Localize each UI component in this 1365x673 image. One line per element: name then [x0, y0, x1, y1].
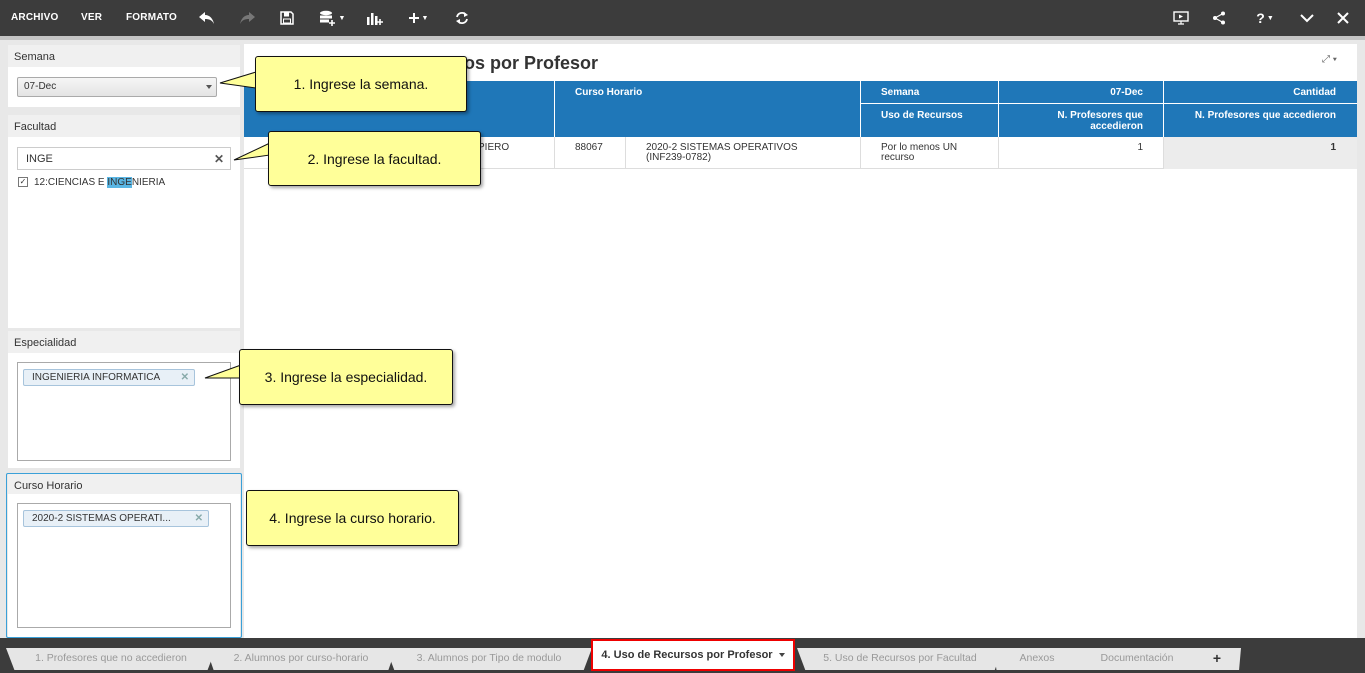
- top-toolbar: ARCHIVO VER FORMATO ▼ ▼ ? ▼: [0, 0, 1365, 36]
- row-divider: [625, 137, 626, 169]
- facultad-search-input[interactable]: INGE ✕: [17, 147, 231, 170]
- refresh-icon[interactable]: [447, 0, 477, 36]
- tab-anexos[interactable]: Anexos: [993, 648, 1081, 670]
- toolbar-divider: [0, 36, 1365, 40]
- remove-tag-icon[interactable]: ✕: [181, 372, 189, 383]
- redo-icon[interactable]: [232, 0, 262, 36]
- callout-semana: 1. Ingrese la semana.: [255, 56, 467, 112]
- callout-especialidad: 3. Ingrese la especialidad.: [239, 349, 453, 405]
- add-icon[interactable]: ▼: [402, 0, 434, 36]
- row-divider: [998, 137, 999, 169]
- tab-menu-caret-icon[interactable]: [778, 653, 785, 658]
- row-divider: [1163, 137, 1164, 169]
- especialidad-label: Especialidad: [8, 331, 240, 353]
- tab-uso-recursos-profesor[interactable]: 4. Uso de Recursos por Profesor: [591, 639, 795, 671]
- callout-pointer: [233, 142, 271, 161]
- page-title: os por Profesor: [464, 53, 599, 73]
- add-data-icon[interactable]: ▼: [314, 0, 350, 36]
- menu-formato[interactable]: FORMATO: [126, 0, 177, 36]
- especialidad-tag: INGENIERIA INFORMATICA ✕: [23, 369, 195, 386]
- curso-horario-tag-input[interactable]: 2020-2 SISTEMAS OPERATI... ✕: [17, 503, 231, 628]
- cantidad-cell-bg: [1164, 137, 1357, 169]
- facultad-item-suffix: NIERIA: [131, 176, 166, 188]
- facultad-item-prefix: 12:CIENCIAS E: [34, 176, 108, 188]
- cell-n-profesores: 1: [1137, 142, 1143, 153]
- tab-alumnos-tipo-modulo[interactable]: 3. Alumnos por Tipo de modulo: [386, 648, 592, 670]
- clear-icon[interactable]: ✕: [214, 152, 224, 166]
- callout-curso-horario: 4. Ingrese la curso horario.: [246, 490, 459, 546]
- semana-selected-value: 07-Dec: [24, 81, 57, 92]
- app-window: ARCHIVO VER FORMATO ▼ ▼ ? ▼ Semana 07-De…: [0, 0, 1365, 673]
- menu-archivo[interactable]: ARCHIVO: [11, 0, 59, 36]
- header-curso-horario: Curso Horario: [575, 87, 643, 98]
- tab-documentacion[interactable]: Documentación: [1071, 648, 1203, 670]
- header-divider: [860, 103, 1357, 104]
- callout-pointer: [219, 71, 257, 89]
- row-divider: [860, 137, 861, 169]
- add-chart-icon[interactable]: [360, 0, 390, 36]
- tab-uso-recursos-profesor-label: 4. Uso de Recursos por Profesor: [601, 649, 773, 661]
- checkbox-checked-icon[interactable]: ✓: [18, 177, 28, 187]
- curso-horario-tag-label: 2020-2 SISTEMAS OPERATI...: [32, 513, 171, 524]
- cell-curso-line2: (INF239-0782): [646, 152, 712, 163]
- facultad-list-item[interactable]: ✓ 12:CIENCIAS E INGE NIERIA: [18, 175, 165, 189]
- semana-label: Semana: [8, 45, 240, 67]
- chevron-down-icon[interactable]: [1292, 0, 1322, 36]
- curso-horario-tag: 2020-2 SISTEMAS OPERATI... ✕: [23, 510, 209, 527]
- add-tab-button[interactable]: +: [1193, 648, 1241, 670]
- tab-alumnos-curso-horario[interactable]: 2. Alumnos por curso-horario: [206, 648, 396, 670]
- especialidad-tag-label: INGENIERIA INFORMATICA: [32, 372, 161, 383]
- facultad-label: Facultad: [8, 115, 240, 137]
- save-icon[interactable]: [272, 0, 302, 36]
- tab-uso-recursos-facultad[interactable]: 5. Uso de Recursos por Facultad: [797, 648, 1003, 670]
- dropdown-arrow-icon: [206, 85, 212, 89]
- row-divider: [554, 137, 555, 169]
- curso-horario-label: Curso Horario: [8, 474, 240, 496]
- callout-pointer: [204, 364, 242, 379]
- header-semana-value: 07-Dec: [1110, 87, 1143, 98]
- undo-icon[interactable]: [192, 0, 222, 36]
- tab-profesores-no-accedieron[interactable]: 1. Profesores que no accedieron: [6, 648, 216, 670]
- help-icon[interactable]: ? ▼: [1248, 0, 1282, 36]
- header-cantidad: Cantidad: [1293, 87, 1336, 98]
- close-icon[interactable]: [1328, 0, 1358, 36]
- remove-tag-icon[interactable]: ✕: [195, 513, 203, 524]
- semana-dropdown[interactable]: 07-Dec: [17, 77, 217, 97]
- cell-uso-line2: recurso: [881, 152, 915, 163]
- callout-facultad: 2. Ingrese la facultad.: [268, 131, 481, 186]
- especialidad-tag-input[interactable]: INGENIERIA INFORMATICA ✕: [17, 362, 231, 461]
- share-icon[interactable]: [1204, 0, 1234, 36]
- cell-profesor: PIERO: [478, 142, 510, 153]
- presentation-icon[interactable]: [1166, 0, 1196, 36]
- facultad-item-highlight: INGE: [107, 176, 132, 188]
- header-uso-recursos: Uso de Recursos: [881, 110, 963, 121]
- cell-codigo: 88067: [575, 142, 603, 153]
- header-divider: [554, 81, 555, 137]
- header-n-profesores-semana: N. Profesores que accedieron: [1057, 110, 1143, 132]
- header-semana: Semana: [881, 87, 920, 98]
- header-n-profesores-cantidad: N. Profesores que accedieron: [1194, 110, 1336, 121]
- expand-icon[interactable]: ⤢ ▾: [1322, 54, 1350, 68]
- header-divider: [860, 81, 861, 137]
- menu-ver[interactable]: VER: [81, 0, 102, 36]
- facultad-search-value: INGE: [26, 153, 53, 165]
- cell-cantidad: 1: [1330, 142, 1336, 153]
